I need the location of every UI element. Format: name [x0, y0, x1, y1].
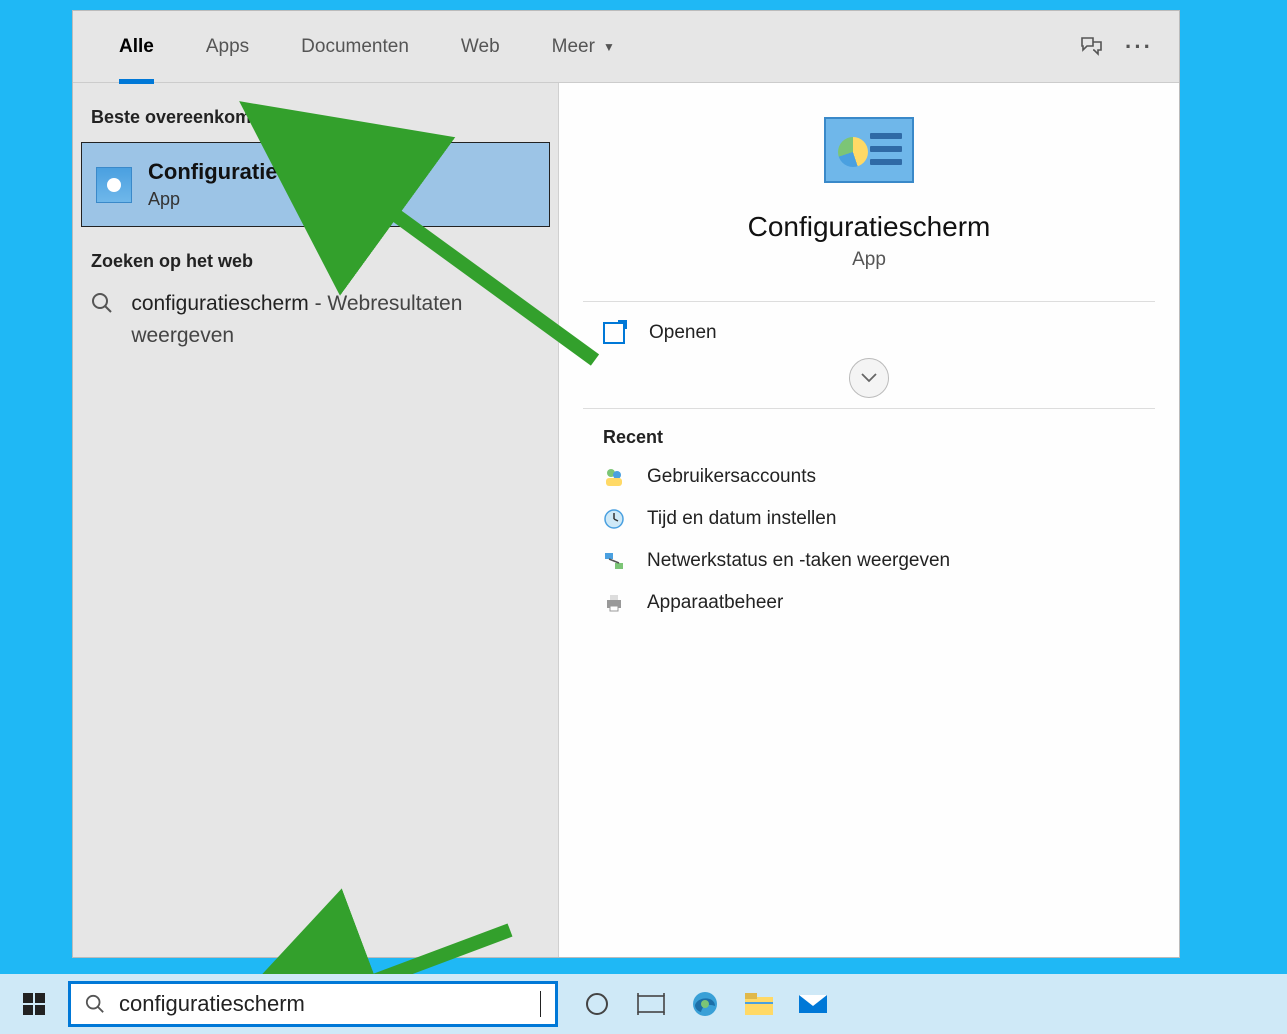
start-search-panel: Alle Apps Documenten Web Meer ▼ ··· Best…: [72, 10, 1180, 958]
web-result-label: configuratiescherm - Webresultaten weerg…: [131, 288, 540, 351]
edge-button[interactable]: [678, 976, 732, 1032]
open-icon: [603, 322, 625, 344]
start-button[interactable]: [6, 976, 62, 1032]
text-caret: [540, 991, 541, 1017]
task-view-button[interactable]: [624, 976, 678, 1032]
tab-more[interactable]: Meer ▼: [526, 11, 641, 83]
open-action[interactable]: Openen: [559, 302, 1179, 364]
result-subtitle: App: [148, 189, 356, 210]
tab-all[interactable]: Alle: [93, 11, 180, 83]
chevron-down-icon: ▼: [603, 40, 615, 54]
recent-heading: Recent: [559, 409, 1179, 456]
web-result[interactable]: configuratiescherm - Webresultaten weerg…: [73, 278, 558, 361]
feedback-icon[interactable]: [1071, 27, 1111, 67]
recent-item[interactable]: Apparaatbeheer: [559, 582, 1179, 624]
search-icon: [85, 994, 105, 1014]
best-match-heading: Beste overeenkomst: [73, 93, 558, 134]
best-match-result[interactable]: Configuratiescherm App: [81, 142, 550, 227]
control-panel-icon: [96, 167, 132, 203]
taskbar-search[interactable]: [68, 981, 558, 1027]
windows-icon: [23, 993, 45, 1015]
results-pane: Beste overeenkomst Configuratiescherm Ap…: [73, 83, 559, 957]
mail-button[interactable]: [786, 976, 840, 1032]
network-icon: [603, 550, 625, 572]
taskbar-search-input[interactable]: [119, 991, 540, 1017]
taskbar: [0, 974, 1287, 1034]
recent-item[interactable]: Tijd en datum instellen: [559, 498, 1179, 540]
printer-icon: [603, 592, 625, 614]
tab-apps[interactable]: Apps: [180, 11, 275, 83]
users-icon: [603, 466, 625, 488]
clock-icon: [603, 508, 625, 530]
expand-button[interactable]: [849, 358, 889, 398]
result-title: Configuratiescherm: [148, 159, 356, 185]
preview-subtitle: App: [852, 249, 886, 271]
more-options-icon[interactable]: ···: [1119, 27, 1159, 67]
preview-pane: Configuratiescherm App Openen Recent Geb…: [559, 83, 1179, 957]
file-explorer-button[interactable]: [732, 976, 786, 1032]
recent-item[interactable]: Gebruikersaccounts: [559, 456, 1179, 498]
recent-item[interactable]: Netwerkstatus en -taken weergeven: [559, 540, 1179, 582]
cortana-button[interactable]: [570, 976, 624, 1032]
preview-title: Configuratiescherm: [748, 211, 991, 243]
control-panel-large-icon: [824, 117, 914, 183]
tab-web[interactable]: Web: [435, 11, 526, 83]
web-section-heading: Zoeken op het web: [73, 237, 558, 278]
search-icon: [91, 292, 113, 316]
tab-documents[interactable]: Documenten: [275, 11, 435, 83]
search-tabs: Alle Apps Documenten Web Meer ▼ ···: [73, 11, 1179, 83]
